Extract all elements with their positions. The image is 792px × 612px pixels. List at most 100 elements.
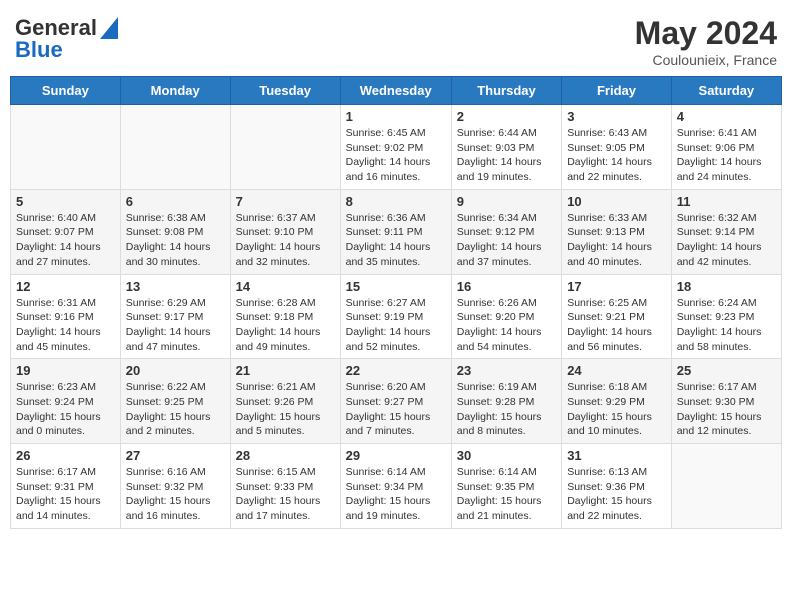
day-number: 10	[567, 194, 666, 209]
day-number: 21	[236, 363, 335, 378]
day-info: Sunrise: 6:41 AM Sunset: 9:06 PM Dayligh…	[677, 126, 776, 185]
table-row: 1Sunrise: 6:45 AM Sunset: 9:02 PM Daylig…	[340, 105, 451, 190]
header-tuesday: Tuesday	[230, 77, 340, 105]
table-row: 19Sunrise: 6:23 AM Sunset: 9:24 PM Dayli…	[11, 359, 121, 444]
table-row: 3 Sunrise: 6:43 AM Sunset: 9:05 PM Daylig…	[562, 105, 672, 190]
calendar-week-row: 1Sunrise: 6:45 AM Sunset: 9:02 PM Daylig…	[11, 105, 782, 190]
table-row: 10 Sunrise: 6:33 AM Sunset: 9:13 PM Dayli…	[562, 189, 672, 274]
logo-arrow-icon	[100, 17, 118, 39]
day-info: Sunrise: 6:37 AM Sunset: 9:10 PM Dayligh…	[236, 211, 335, 270]
table-row: 15Sunrise: 6:27 AM Sunset: 9:19 PM Dayli…	[340, 274, 451, 359]
day-info: Sunrise: 6:14 AM Sunset: 9:34 PM Dayligh…	[346, 465, 446, 524]
header-thursday: Thursday	[451, 77, 561, 105]
day-info: Sunrise: 6:21 AM Sunset: 9:26 PM Dayligh…	[236, 380, 335, 439]
day-number: 18	[677, 279, 776, 294]
day-info: Sunrise: 6:18 AM Sunset: 9:29 PM Dayligh…	[567, 380, 666, 439]
table-row: 2 Sunrise: 6:44 AM Sunset: 9:03 PM Daylig…	[451, 105, 561, 190]
calendar-header-row: Sunday Monday Tuesday Wednesday Thursday…	[11, 77, 782, 105]
day-number: 24	[567, 363, 666, 378]
logo: General Blue	[15, 15, 118, 63]
day-info: Sunrise: 6:25 AM Sunset: 9:21 PM Dayligh…	[567, 296, 666, 355]
table-row: 18Sunrise: 6:24 AM Sunset: 9:23 PM Dayli…	[671, 274, 781, 359]
header-saturday: Saturday	[671, 77, 781, 105]
table-row	[120, 105, 230, 190]
location-subtitle: Coulounieix, France	[635, 52, 777, 68]
day-info: Sunrise: 6:29 AM Sunset: 9:17 PM Dayligh…	[126, 296, 225, 355]
table-row: 30Sunrise: 6:14 AM Sunset: 9:35 PM Dayli…	[451, 444, 561, 529]
calendar-table: Sunday Monday Tuesday Wednesday Thursday…	[10, 76, 782, 529]
day-info: Sunrise: 6:32 AM Sunset: 9:14 PM Dayligh…	[677, 211, 776, 270]
table-row: 5Sunrise: 6:40 AM Sunset: 9:07 PM Daylig…	[11, 189, 121, 274]
month-year-title: May 2024	[635, 15, 777, 52]
day-number: 2	[457, 109, 556, 124]
day-info: Sunrise: 6:17 AM Sunset: 9:31 PM Dayligh…	[16, 465, 115, 524]
header-wednesday: Wednesday	[340, 77, 451, 105]
day-info: Sunrise: 6:22 AM Sunset: 9:25 PM Dayligh…	[126, 380, 225, 439]
table-row: 13 Sunrise: 6:29 AM Sunset: 9:17 PM Dayli…	[120, 274, 230, 359]
logo-blue: Blue	[15, 37, 63, 63]
table-row: 23Sunrise: 6:19 AM Sunset: 9:28 PM Dayli…	[451, 359, 561, 444]
day-info: Sunrise: 6:15 AM Sunset: 9:33 PM Dayligh…	[236, 465, 335, 524]
table-row	[230, 105, 340, 190]
table-row: 11 Sunrise: 6:32 AM Sunset: 9:14 PM Dayli…	[671, 189, 781, 274]
day-number: 6	[126, 194, 225, 209]
day-number: 11	[677, 194, 776, 209]
day-info: Sunrise: 6:31 AM Sunset: 9:16 PM Dayligh…	[16, 296, 115, 355]
table-row: 14 Sunrise: 6:28 AM Sunset: 9:18 PM Dayli…	[230, 274, 340, 359]
table-row: 7 Sunrise: 6:37 AM Sunset: 9:10 PM Daylig…	[230, 189, 340, 274]
day-number: 29	[346, 448, 446, 463]
day-info: Sunrise: 6:28 AM Sunset: 9:18 PM Dayligh…	[236, 296, 335, 355]
day-info: Sunrise: 6:16 AM Sunset: 9:32 PM Dayligh…	[126, 465, 225, 524]
table-row: 12 Sunrise: 6:31 AM Sunset: 9:16 PM Dayli…	[11, 274, 121, 359]
day-info: Sunrise: 6:26 AM Sunset: 9:20 PM Dayligh…	[457, 296, 556, 355]
table-row: 22Sunrise: 6:20 AM Sunset: 9:27 PM Dayli…	[340, 359, 451, 444]
day-number: 31	[567, 448, 666, 463]
day-number: 16	[457, 279, 556, 294]
day-number: 3	[567, 109, 666, 124]
day-info: Sunrise: 6:38 AM Sunset: 9:08 PM Dayligh…	[126, 211, 225, 270]
calendar-week-row: 5Sunrise: 6:40 AM Sunset: 9:07 PM Daylig…	[11, 189, 782, 274]
day-info: Sunrise: 6:27 AM Sunset: 9:19 PM Dayligh…	[346, 296, 446, 355]
day-number: 20	[126, 363, 225, 378]
day-number: 30	[457, 448, 556, 463]
day-number: 23	[457, 363, 556, 378]
header-friday: Friday	[562, 77, 672, 105]
table-row: 20 Sunrise: 6:22 AM Sunset: 9:25 PM Dayli…	[120, 359, 230, 444]
day-info: Sunrise: 6:36 AM Sunset: 9:11 PM Dayligh…	[346, 211, 446, 270]
day-number: 4	[677, 109, 776, 124]
table-row: 29 Sunrise: 6:14 AM Sunset: 9:34 PM Dayli…	[340, 444, 451, 529]
table-row: 6 Sunrise: 6:38 AM Sunset: 9:08 PM Daylig…	[120, 189, 230, 274]
day-number: 7	[236, 194, 335, 209]
table-row: 31 Sunrise: 6:13 AM Sunset: 9:36 PM Dayli…	[562, 444, 672, 529]
table-row: 21 Sunrise: 6:21 AM Sunset: 9:26 PM Dayli…	[230, 359, 340, 444]
day-info: Sunrise: 6:17 AM Sunset: 9:30 PM Dayligh…	[677, 380, 776, 439]
day-number: 9	[457, 194, 556, 209]
day-number: 14	[236, 279, 335, 294]
header-sunday: Sunday	[11, 77, 121, 105]
header-monday: Monday	[120, 77, 230, 105]
table-row: 17 Sunrise: 6:25 AM Sunset: 9:21 PM Dayli…	[562, 274, 672, 359]
day-info: Sunrise: 6:43 AM Sunset: 9:05 PM Dayligh…	[567, 126, 666, 185]
day-number: 19	[16, 363, 115, 378]
day-number: 17	[567, 279, 666, 294]
table-row: 28 Sunrise: 6:15 AM Sunset: 9:33 PM Dayli…	[230, 444, 340, 529]
day-info: Sunrise: 6:40 AM Sunset: 9:07 PM Dayligh…	[16, 211, 115, 270]
day-number: 26	[16, 448, 115, 463]
day-number: 25	[677, 363, 776, 378]
table-row	[671, 444, 781, 529]
day-number: 22	[346, 363, 446, 378]
table-row	[11, 105, 121, 190]
day-number: 27	[126, 448, 225, 463]
day-number: 13	[126, 279, 225, 294]
day-info: Sunrise: 6:13 AM Sunset: 9:36 PM Dayligh…	[567, 465, 666, 524]
page-header: General Blue May 2024 Coulounieix, Franc…	[10, 10, 782, 68]
table-row: 4 Sunrise: 6:41 AM Sunset: 9:06 PM Daylig…	[671, 105, 781, 190]
table-row: 25 Sunrise: 6:17 AM Sunset: 9:30 PM Dayli…	[671, 359, 781, 444]
day-info: Sunrise: 6:44 AM Sunset: 9:03 PM Dayligh…	[457, 126, 556, 185]
table-row: 24 Sunrise: 6:18 AM Sunset: 9:29 PM Dayli…	[562, 359, 672, 444]
day-number: 28	[236, 448, 335, 463]
table-row: 8Sunrise: 6:36 AM Sunset: 9:11 PM Daylig…	[340, 189, 451, 274]
table-row: 16 Sunrise: 6:26 AM Sunset: 9:20 PM Dayli…	[451, 274, 561, 359]
day-number: 12	[16, 279, 115, 294]
day-info: Sunrise: 6:33 AM Sunset: 9:13 PM Dayligh…	[567, 211, 666, 270]
